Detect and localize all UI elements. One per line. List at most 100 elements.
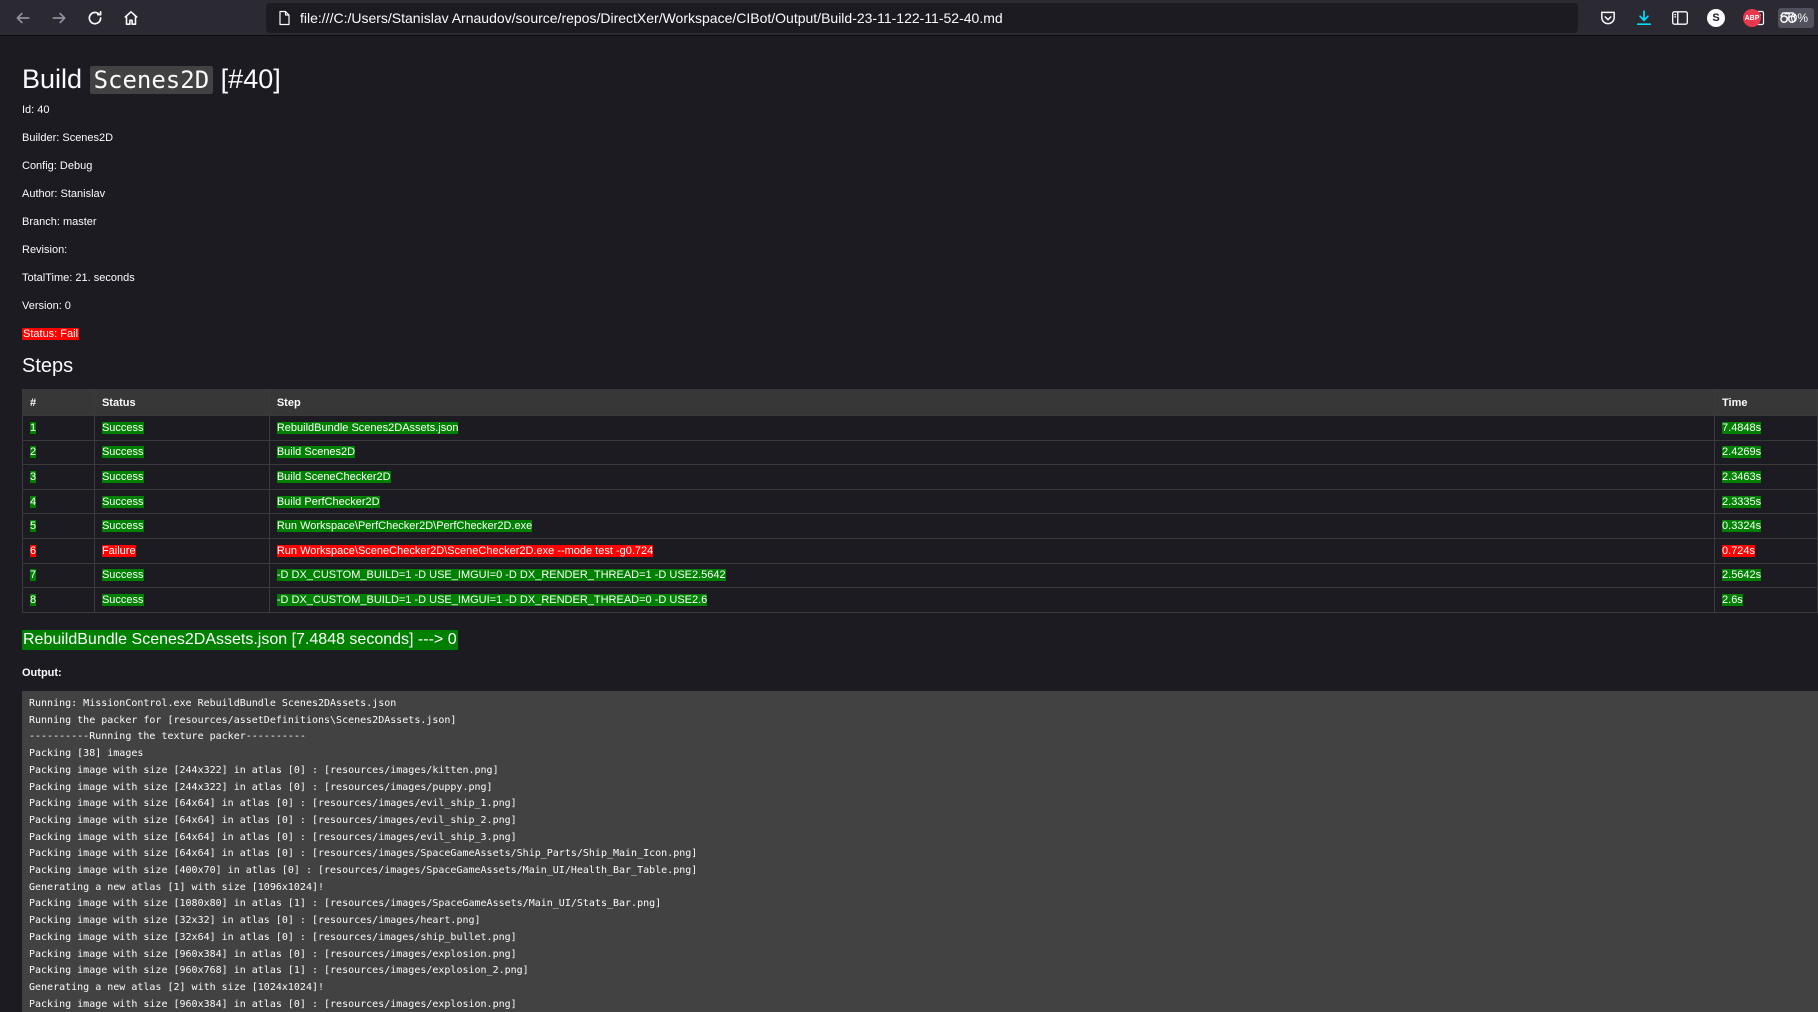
sidebar-icon (1672, 11, 1688, 25)
table-row: 2 Success Build Scenes2D 2.4269s (22, 439, 1818, 466)
output-label: Output: (22, 667, 62, 679)
step-num: 6 (30, 544, 37, 557)
section-title: RebuildBundle Scenes2DAssets.json [7.484… (22, 630, 458, 650)
meta-id: Id: 40 (22, 104, 50, 116)
output-line: Packing image with size [244x322] in atl… (29, 764, 499, 776)
step-status: Success (101, 470, 144, 483)
adblock-icon: ABP (1743, 9, 1761, 27)
account-button[interactable]: S (1706, 8, 1726, 28)
table-row: 7 Success -D DX_CUSTOM_BUILD=1 -D USE_IM… (22, 562, 1818, 589)
step-status: Failure (101, 544, 136, 557)
account-icon: S (1707, 9, 1725, 27)
step-num: 7 (30, 569, 37, 582)
meta-total-time: TotalTime: 21. seconds (22, 272, 135, 284)
output-line: Packing image with size [64x64] in atlas… (29, 831, 517, 843)
sidebar-button[interactable] (1670, 8, 1690, 28)
step-status: Success (101, 569, 144, 582)
step-command: RebuildBundle Scenes2DAssets.json (276, 421, 459, 434)
step-command: Build Scenes2D (276, 446, 356, 459)
page-title: Build Scenes2D [#40] (22, 59, 281, 100)
output-line: Packing image with size [32x64] in atlas… (29, 931, 517, 943)
table-row: 8 Success -D DX_CUSTOM_BUILD=1 -D USE_IM… (22, 587, 1818, 613)
step-status: Success (101, 421, 144, 434)
output-line: Running: MissionControl.exe RebuildBundl… (29, 698, 397, 709)
forward-arrow-icon (52, 12, 66, 24)
pocket-icon (1601, 11, 1615, 25)
meta-builder: Builder: Scenes2D (22, 132, 114, 144)
meta-revision: Revision: (22, 244, 68, 256)
pocket-button[interactable] (1598, 8, 1618, 28)
output-line: Packing image with size [244x322] in atl… (29, 781, 493, 793)
title-prefix: Build (22, 64, 83, 94)
output-line: Packing image with size [32x32] in atlas… (29, 915, 481, 927)
output-line: Packing image with size [960x768] in atl… (29, 965, 529, 977)
steps-heading: Steps (22, 355, 74, 377)
home-button[interactable] (117, 4, 145, 32)
step-num: 3 (30, 470, 37, 483)
step-time: 2.6s (1722, 593, 1743, 606)
col-header-num: # (22, 389, 95, 416)
table-row: 3 Success Build SceneChecker2D 2.3463s (22, 464, 1818, 490)
meta-config: Config: Debug (22, 160, 93, 172)
step-time: 0.3324s (1722, 520, 1762, 533)
output-line: Packing image with size [64x64] in atlas… (29, 814, 517, 826)
step-time: 2.4269s (1722, 446, 1762, 459)
output-line: Packing image with size [960x384] in atl… (29, 998, 517, 1010)
page-icon (279, 10, 290, 26)
col-header-step: Step (268, 389, 1716, 416)
output-line: Generating a new atlas [2] with size [10… (29, 981, 325, 993)
home-icon (124, 11, 138, 25)
browser-toolbar: file:///C:/Users/Stanislav Arnaudov/sour… (0, 0, 1818, 36)
step-command: Run Workspace\SceneChecker2D\SceneChecke… (276, 544, 654, 557)
output-line: Packing image with size [960x384] in atl… (29, 948, 517, 960)
step-time: 2.3335s (1722, 495, 1762, 508)
title-code: Scenes2D (89, 66, 214, 94)
step-command: Build SceneChecker2D (276, 470, 391, 483)
steps-header-row: # Status Step Time (22, 389, 1818, 416)
output-line: Generating a new atlas [1] with size [10… (29, 881, 325, 893)
meta-author: Author: Stanislav (22, 188, 106, 200)
step-num: 5 (30, 520, 37, 533)
page-content: Build Scenes2D [#40] Id: 40 Builder: Sce… (0, 37, 1818, 1012)
output-code-block[interactable]: Running: MissionControl.exe RebuildBundl… (22, 691, 1818, 1012)
meta-version: Version: 0 (22, 300, 71, 312)
back-arrow-icon (16, 12, 30, 24)
steps-body: 1 Success RebuildBundle Scenes2DAssets.j… (22, 415, 1818, 613)
step-num: 2 (30, 446, 37, 459)
table-row: 5 Success Run Workspace\PerfChecker2D\Pe… (22, 513, 1818, 539)
col-header-status: Status (93, 389, 270, 416)
table-row: 1 Success RebuildBundle Scenes2DAssets.j… (22, 415, 1818, 441)
reload-button[interactable] (81, 4, 109, 32)
step-time: 2.3463s (1722, 470, 1762, 483)
status-badge: Status: Fail (22, 328, 80, 340)
adblock-button[interactable]: ABP (1742, 8, 1762, 28)
step-num: 1 (30, 421, 37, 434)
output-lines: Running: MissionControl.exe RebuildBundl… (22, 691, 1818, 1012)
step-status: Success (101, 593, 144, 606)
step-time: 2.5642s (1722, 569, 1762, 582)
url-text[interactable]: file:///C:/Users/Stanislav Arnaudov/sour… (300, 10, 1003, 26)
privacy-button[interactable] (1778, 8, 1798, 28)
step-command: Run Workspace\PerfChecker2D\PerfChecker2… (276, 520, 533, 533)
output-line: ----------Running the texture packer----… (29, 731, 306, 743)
output-line: Packing image with size [1080x80] in atl… (29, 898, 662, 910)
table-row: 4 Success Build PerfChecker2D 2.3335s (22, 488, 1818, 515)
steps-table: # Status Step Time 1 Success RebuildBund… (22, 389, 1818, 613)
step-command: Build PerfChecker2D (276, 495, 380, 508)
step-command: -D DX_CUSTOM_BUILD=1 -D USE_IMGUI=1 -D D… (276, 593, 708, 606)
output-line: Packing [38] images (29, 748, 144, 760)
output-line: Packing image with size [64x64] in atlas… (29, 848, 698, 860)
reload-icon (88, 10, 102, 25)
step-num: 8 (30, 593, 37, 606)
step-status: Success (101, 446, 144, 459)
downloads-button[interactable] (1634, 8, 1654, 28)
url-bar[interactable]: file:///C:/Users/Stanislav Arnaudov/sour… (266, 3, 1814, 33)
forward-button[interactable] (45, 4, 73, 32)
mask-icon (1780, 12, 1796, 24)
step-num: 4 (30, 495, 37, 508)
step-time: 7.4848s (1722, 421, 1762, 434)
output-line: Packing image with size [64x64] in atlas… (29, 798, 517, 810)
table-row: 6 Failure Run Workspace\SceneChecker2D\S… (22, 537, 1818, 564)
back-button[interactable] (9, 4, 37, 32)
title-suffix: [#40] (220, 64, 281, 94)
